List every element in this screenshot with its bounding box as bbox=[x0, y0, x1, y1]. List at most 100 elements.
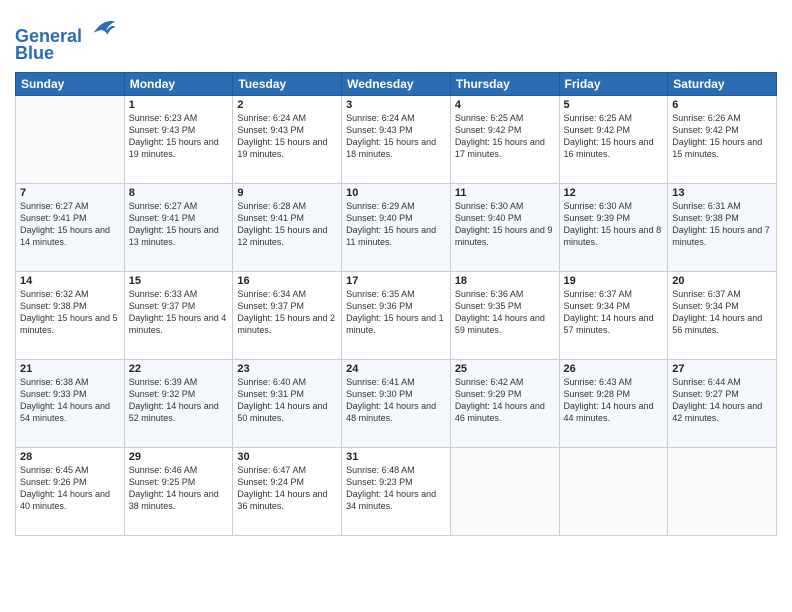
calendar-cell: 14Sunrise: 6:32 AMSunset: 9:38 PMDayligh… bbox=[16, 271, 125, 359]
calendar-cell: 12Sunrise: 6:30 AMSunset: 9:39 PMDayligh… bbox=[559, 183, 668, 271]
day-number: 27 bbox=[672, 363, 772, 375]
calendar-cell: 16Sunrise: 6:34 AMSunset: 9:37 PMDayligh… bbox=[233, 271, 342, 359]
day-number: 26 bbox=[564, 363, 664, 375]
calendar-cell: 27Sunrise: 6:44 AMSunset: 9:27 PMDayligh… bbox=[668, 359, 777, 447]
day-number: 2 bbox=[237, 99, 337, 111]
day-number: 28 bbox=[20, 451, 120, 463]
calendar-cell: 31Sunrise: 6:48 AMSunset: 9:23 PMDayligh… bbox=[342, 447, 451, 535]
calendar-cell: 22Sunrise: 6:39 AMSunset: 9:32 PMDayligh… bbox=[124, 359, 233, 447]
calendar-cell: 26Sunrise: 6:43 AMSunset: 9:28 PMDayligh… bbox=[559, 359, 668, 447]
calendar-cell bbox=[668, 447, 777, 535]
cell-details: Sunrise: 6:24 AMSunset: 9:43 PMDaylight:… bbox=[346, 112, 446, 161]
day-header-sunday: Sunday bbox=[16, 72, 125, 95]
cell-details: Sunrise: 6:44 AMSunset: 9:27 PMDaylight:… bbox=[672, 376, 772, 425]
day-number: 12 bbox=[564, 187, 664, 199]
day-number: 25 bbox=[455, 363, 555, 375]
day-number: 16 bbox=[237, 275, 337, 287]
cell-details: Sunrise: 6:33 AMSunset: 9:37 PMDaylight:… bbox=[129, 288, 229, 337]
calendar-cell: 2Sunrise: 6:24 AMSunset: 9:43 PMDaylight… bbox=[233, 95, 342, 183]
cell-details: Sunrise: 6:48 AMSunset: 9:23 PMDaylight:… bbox=[346, 464, 446, 513]
cell-details: Sunrise: 6:31 AMSunset: 9:38 PMDaylight:… bbox=[672, 200, 772, 249]
calendar-week-1: 1Sunrise: 6:23 AMSunset: 9:43 PMDaylight… bbox=[16, 95, 777, 183]
cell-details: Sunrise: 6:28 AMSunset: 9:41 PMDaylight:… bbox=[237, 200, 337, 249]
cell-details: Sunrise: 6:30 AMSunset: 9:39 PMDaylight:… bbox=[564, 200, 664, 249]
calendar-cell: 5Sunrise: 6:25 AMSunset: 9:42 PMDaylight… bbox=[559, 95, 668, 183]
calendar-cell: 18Sunrise: 6:36 AMSunset: 9:35 PMDayligh… bbox=[450, 271, 559, 359]
calendar-week-2: 7Sunrise: 6:27 AMSunset: 9:41 PMDaylight… bbox=[16, 183, 777, 271]
day-number: 17 bbox=[346, 275, 446, 287]
calendar-cell: 28Sunrise: 6:45 AMSunset: 9:26 PMDayligh… bbox=[16, 447, 125, 535]
calendar-cell: 19Sunrise: 6:37 AMSunset: 9:34 PMDayligh… bbox=[559, 271, 668, 359]
calendar-week-3: 14Sunrise: 6:32 AMSunset: 9:38 PMDayligh… bbox=[16, 271, 777, 359]
day-number: 18 bbox=[455, 275, 555, 287]
day-number: 3 bbox=[346, 99, 446, 111]
day-header-monday: Monday bbox=[124, 72, 233, 95]
day-number: 19 bbox=[564, 275, 664, 287]
cell-details: Sunrise: 6:36 AMSunset: 9:35 PMDaylight:… bbox=[455, 288, 555, 337]
cell-details: Sunrise: 6:42 AMSunset: 9:29 PMDaylight:… bbox=[455, 376, 555, 425]
day-number: 21 bbox=[20, 363, 120, 375]
day-number: 4 bbox=[455, 99, 555, 111]
day-number: 23 bbox=[237, 363, 337, 375]
calendar-cell bbox=[450, 447, 559, 535]
calendar-cell bbox=[16, 95, 125, 183]
cell-details: Sunrise: 6:37 AMSunset: 9:34 PMDaylight:… bbox=[672, 288, 772, 337]
calendar-cell: 4Sunrise: 6:25 AMSunset: 9:42 PMDaylight… bbox=[450, 95, 559, 183]
cell-details: Sunrise: 6:45 AMSunset: 9:26 PMDaylight:… bbox=[20, 464, 120, 513]
cell-details: Sunrise: 6:27 AMSunset: 9:41 PMDaylight:… bbox=[20, 200, 120, 249]
day-header-friday: Friday bbox=[559, 72, 668, 95]
cell-details: Sunrise: 6:37 AMSunset: 9:34 PMDaylight:… bbox=[564, 288, 664, 337]
day-header-wednesday: Wednesday bbox=[342, 72, 451, 95]
day-number: 22 bbox=[129, 363, 229, 375]
day-number: 31 bbox=[346, 451, 446, 463]
cell-details: Sunrise: 6:39 AMSunset: 9:32 PMDaylight:… bbox=[129, 376, 229, 425]
day-number: 7 bbox=[20, 187, 120, 199]
cell-details: Sunrise: 6:41 AMSunset: 9:30 PMDaylight:… bbox=[346, 376, 446, 425]
calendar-cell: 24Sunrise: 6:41 AMSunset: 9:30 PMDayligh… bbox=[342, 359, 451, 447]
cell-details: Sunrise: 6:25 AMSunset: 9:42 PMDaylight:… bbox=[564, 112, 664, 161]
cell-details: Sunrise: 6:27 AMSunset: 9:41 PMDaylight:… bbox=[129, 200, 229, 249]
day-number: 30 bbox=[237, 451, 337, 463]
day-header-saturday: Saturday bbox=[668, 72, 777, 95]
cell-details: Sunrise: 6:47 AMSunset: 9:24 PMDaylight:… bbox=[237, 464, 337, 513]
cell-details: Sunrise: 6:46 AMSunset: 9:25 PMDaylight:… bbox=[129, 464, 229, 513]
cell-details: Sunrise: 6:43 AMSunset: 9:28 PMDaylight:… bbox=[564, 376, 664, 425]
day-number: 14 bbox=[20, 275, 120, 287]
cell-details: Sunrise: 6:29 AMSunset: 9:40 PMDaylight:… bbox=[346, 200, 446, 249]
calendar-week-5: 28Sunrise: 6:45 AMSunset: 9:26 PMDayligh… bbox=[16, 447, 777, 535]
day-header-thursday: Thursday bbox=[450, 72, 559, 95]
cell-details: Sunrise: 6:35 AMSunset: 9:36 PMDaylight:… bbox=[346, 288, 446, 337]
cell-details: Sunrise: 6:32 AMSunset: 9:38 PMDaylight:… bbox=[20, 288, 120, 337]
logo-bird-icon bbox=[89, 14, 117, 42]
day-number: 10 bbox=[346, 187, 446, 199]
cell-details: Sunrise: 6:24 AMSunset: 9:43 PMDaylight:… bbox=[237, 112, 337, 161]
day-number: 29 bbox=[129, 451, 229, 463]
day-number: 1 bbox=[129, 99, 229, 111]
calendar-cell: 11Sunrise: 6:30 AMSunset: 9:40 PMDayligh… bbox=[450, 183, 559, 271]
header: General Blue bbox=[15, 10, 777, 64]
calendar-cell: 3Sunrise: 6:24 AMSunset: 9:43 PMDaylight… bbox=[342, 95, 451, 183]
day-number: 11 bbox=[455, 187, 555, 199]
cell-details: Sunrise: 6:30 AMSunset: 9:40 PMDaylight:… bbox=[455, 200, 555, 249]
calendar-cell: 7Sunrise: 6:27 AMSunset: 9:41 PMDaylight… bbox=[16, 183, 125, 271]
calendar-table: SundayMondayTuesdayWednesdayThursdayFrid… bbox=[15, 72, 777, 536]
day-number: 20 bbox=[672, 275, 772, 287]
calendar-cell bbox=[559, 447, 668, 535]
calendar-container: General Blue SundayMondayTuesdayWednesda… bbox=[0, 0, 792, 612]
cell-details: Sunrise: 6:23 AMSunset: 9:43 PMDaylight:… bbox=[129, 112, 229, 161]
day-number: 9 bbox=[237, 187, 337, 199]
logo: General Blue bbox=[15, 14, 121, 64]
cell-details: Sunrise: 6:40 AMSunset: 9:31 PMDaylight:… bbox=[237, 376, 337, 425]
day-number: 8 bbox=[129, 187, 229, 199]
cell-details: Sunrise: 6:38 AMSunset: 9:33 PMDaylight:… bbox=[20, 376, 120, 425]
calendar-cell: 23Sunrise: 6:40 AMSunset: 9:31 PMDayligh… bbox=[233, 359, 342, 447]
calendar-cell: 30Sunrise: 6:47 AMSunset: 9:24 PMDayligh… bbox=[233, 447, 342, 535]
calendar-cell: 9Sunrise: 6:28 AMSunset: 9:41 PMDaylight… bbox=[233, 183, 342, 271]
calendar-cell: 13Sunrise: 6:31 AMSunset: 9:38 PMDayligh… bbox=[668, 183, 777, 271]
calendar-cell: 20Sunrise: 6:37 AMSunset: 9:34 PMDayligh… bbox=[668, 271, 777, 359]
day-number: 15 bbox=[129, 275, 229, 287]
day-number: 13 bbox=[672, 187, 772, 199]
calendar-cell: 17Sunrise: 6:35 AMSunset: 9:36 PMDayligh… bbox=[342, 271, 451, 359]
calendar-cell: 10Sunrise: 6:29 AMSunset: 9:40 PMDayligh… bbox=[342, 183, 451, 271]
calendar-cell: 8Sunrise: 6:27 AMSunset: 9:41 PMDaylight… bbox=[124, 183, 233, 271]
